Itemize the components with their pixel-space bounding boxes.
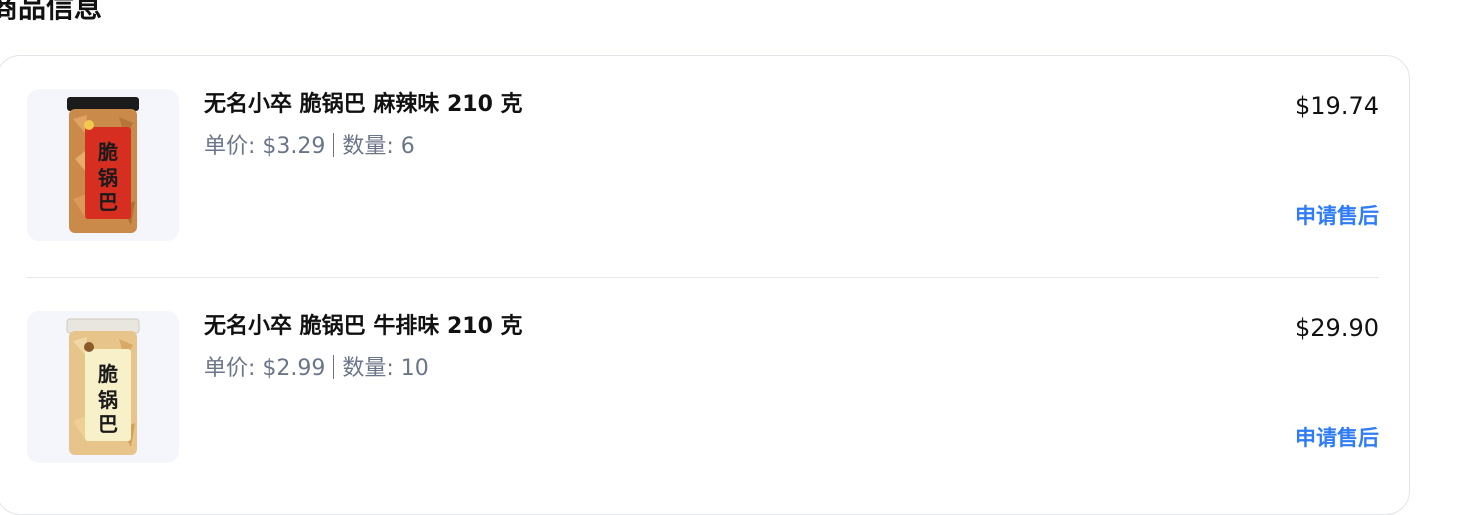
- spicy-crispy-rice-jar-image: 脆 锅 巴: [67, 97, 139, 233]
- product-meta: 单价: $2.99 数量: 10: [204, 353, 429, 385]
- order-item: 脆 锅 巴 无名小卒 脆锅巴 牛排味 210 克 单价: $2.99 数量: 10…: [27, 311, 1379, 463]
- item-divider: [27, 277, 1379, 278]
- item-total-price: $29.90: [1295, 314, 1379, 342]
- product-image[interactable]: 脆 锅 巴: [27, 89, 179, 241]
- after-sale-button[interactable]: 申请售后: [1295, 423, 1379, 453]
- product-name[interactable]: 无名小卒 脆锅巴 麻辣味 210 克: [204, 89, 523, 121]
- svg-text:脆: 脆: [98, 140, 118, 164]
- quantity: 数量: 6: [342, 134, 415, 159]
- unit-price: 单价: $3.29: [204, 134, 326, 159]
- svg-text:巴: 巴: [98, 190, 118, 214]
- order-item: 脆 锅 巴 无名小卒 脆锅巴 麻辣味 210 克 单价: $3.29 数量: 6 …: [27, 89, 1379, 241]
- product-image[interactable]: 脆 锅 巴: [27, 311, 179, 463]
- item-total-price: $19.74: [1295, 92, 1379, 120]
- svg-text:锅: 锅: [98, 166, 118, 190]
- unit-price: 单价: $2.99: [204, 356, 326, 381]
- svg-text:脆: 脆: [98, 362, 118, 386]
- meta-separator: [333, 355, 335, 379]
- steak-crispy-rice-jar-image: 脆 锅 巴: [66, 318, 140, 455]
- order-items-card: 脆 锅 巴 无名小卒 脆锅巴 麻辣味 210 克 单价: $3.29 数量: 6 …: [0, 55, 1410, 515]
- section-title: 商品信息: [0, 0, 103, 24]
- svg-text:巴: 巴: [98, 412, 118, 436]
- quantity: 数量: 10: [342, 356, 429, 381]
- product-name[interactable]: 无名小卒 脆锅巴 牛排味 210 克: [204, 311, 523, 343]
- meta-separator: [333, 133, 335, 157]
- product-meta: 单价: $3.29 数量: 6: [204, 131, 415, 163]
- after-sale-button[interactable]: 申请售后: [1295, 201, 1379, 231]
- svg-text:锅: 锅: [98, 388, 118, 412]
